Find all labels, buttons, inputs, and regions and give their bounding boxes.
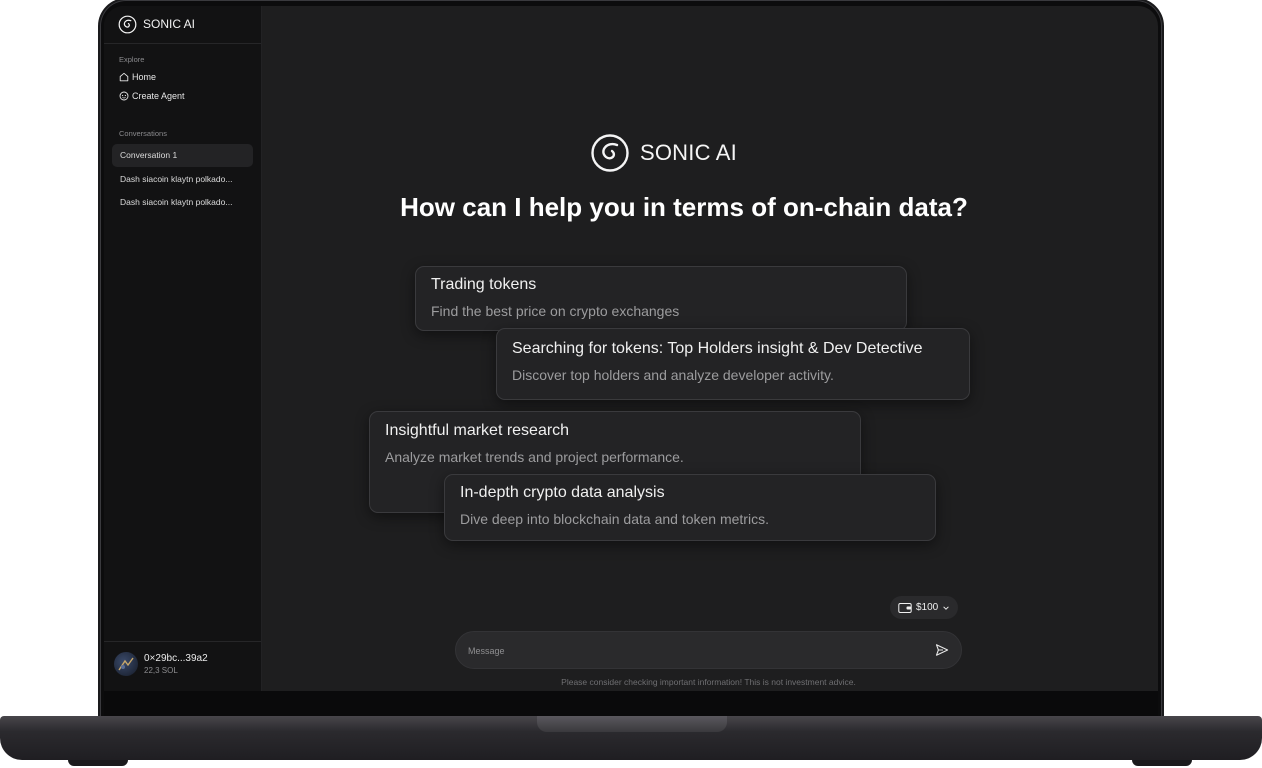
disclaimer-text: Please consider checking important infor…	[561, 677, 856, 687]
divider	[104, 43, 261, 44]
laptop-foot	[68, 760, 128, 766]
sidebar-item-label: Create Agent	[132, 91, 185, 101]
conversation-item[interactable]: Dash siacoin klaytn polkado...	[112, 168, 253, 191]
hero-brand: SONIC AI	[590, 133, 737, 173]
wallet-balance: 22,3 SOL	[144, 666, 178, 675]
chevron-down-icon	[943, 605, 949, 610]
sonic-logo-icon	[591, 134, 629, 172]
laptop-opening-notch	[537, 716, 727, 732]
conversations-label: Conversations	[119, 129, 167, 138]
divider	[104, 641, 261, 642]
message-composer	[455, 631, 962, 670]
user-account[interactable]: 0×29bc...39a2 22,3 SOL	[114, 652, 208, 676]
sidebar-item-home[interactable]: Home	[119, 72, 156, 82]
laptop-chin	[104, 691, 1158, 717]
sonic-logo-icon	[118, 15, 137, 33]
card-title: Searching for tokens: Top Holders insigh…	[512, 340, 923, 357]
wallet-address: 0×29bc...39a2	[144, 653, 208, 664]
card-description: Dive deep into blockchain data and token…	[460, 511, 769, 527]
page-title: How can I help you in terms of on-chain …	[400, 192, 968, 222]
suggestion-card-analysis[interactable]: In-depth crypto data analysis Dive deep …	[444, 474, 936, 541]
app-screen: SONIC AI Explore Home Create Agent Conve…	[104, 6, 1158, 691]
home-icon	[119, 72, 129, 82]
card-description: Analyze market trends and project perfor…	[385, 449, 684, 465]
sidebar: SONIC AI Explore Home Create Agent Conve…	[104, 6, 262, 691]
card-title: In-depth crypto data analysis	[460, 484, 665, 501]
conversation-item[interactable]: Dash siacoin klaytn polkado...	[112, 191, 253, 214]
send-icon[interactable]	[935, 643, 949, 657]
agent-icon	[119, 91, 129, 101]
card-description: Discover top holders and analyze develop…	[512, 367, 834, 383]
balance-dropdown[interactable]: $100	[890, 596, 959, 619]
message-input[interactable]	[466, 632, 910, 670]
avatar	[114, 652, 138, 676]
suggestion-card-searching[interactable]: Searching for tokens: Top Holders insigh…	[496, 328, 970, 400]
conversation-item[interactable]: Conversation 1	[112, 144, 253, 167]
sidebar-item-create-agent[interactable]: Create Agent	[119, 91, 185, 101]
card-title: Insightful market research	[385, 422, 570, 439]
card-title: Trading tokens	[431, 276, 537, 293]
wallet-icon	[898, 602, 912, 613]
balance-value: $100	[916, 602, 939, 613]
brand-name: SONIC AI	[143, 17, 196, 31]
card-description: Find the best price on crypto exchanges	[431, 303, 680, 319]
laptop-foot	[1132, 760, 1192, 766]
suggestion-card-trading[interactable]: Trading tokens Find the best price on cr…	[415, 266, 907, 331]
sidebar-item-label: Home	[132, 72, 157, 82]
hero-brand-name: SONIC AI	[640, 140, 737, 165]
explore-label: Explore	[119, 55, 145, 64]
sidebar-brand[interactable]: SONIC AI	[118, 14, 195, 34]
